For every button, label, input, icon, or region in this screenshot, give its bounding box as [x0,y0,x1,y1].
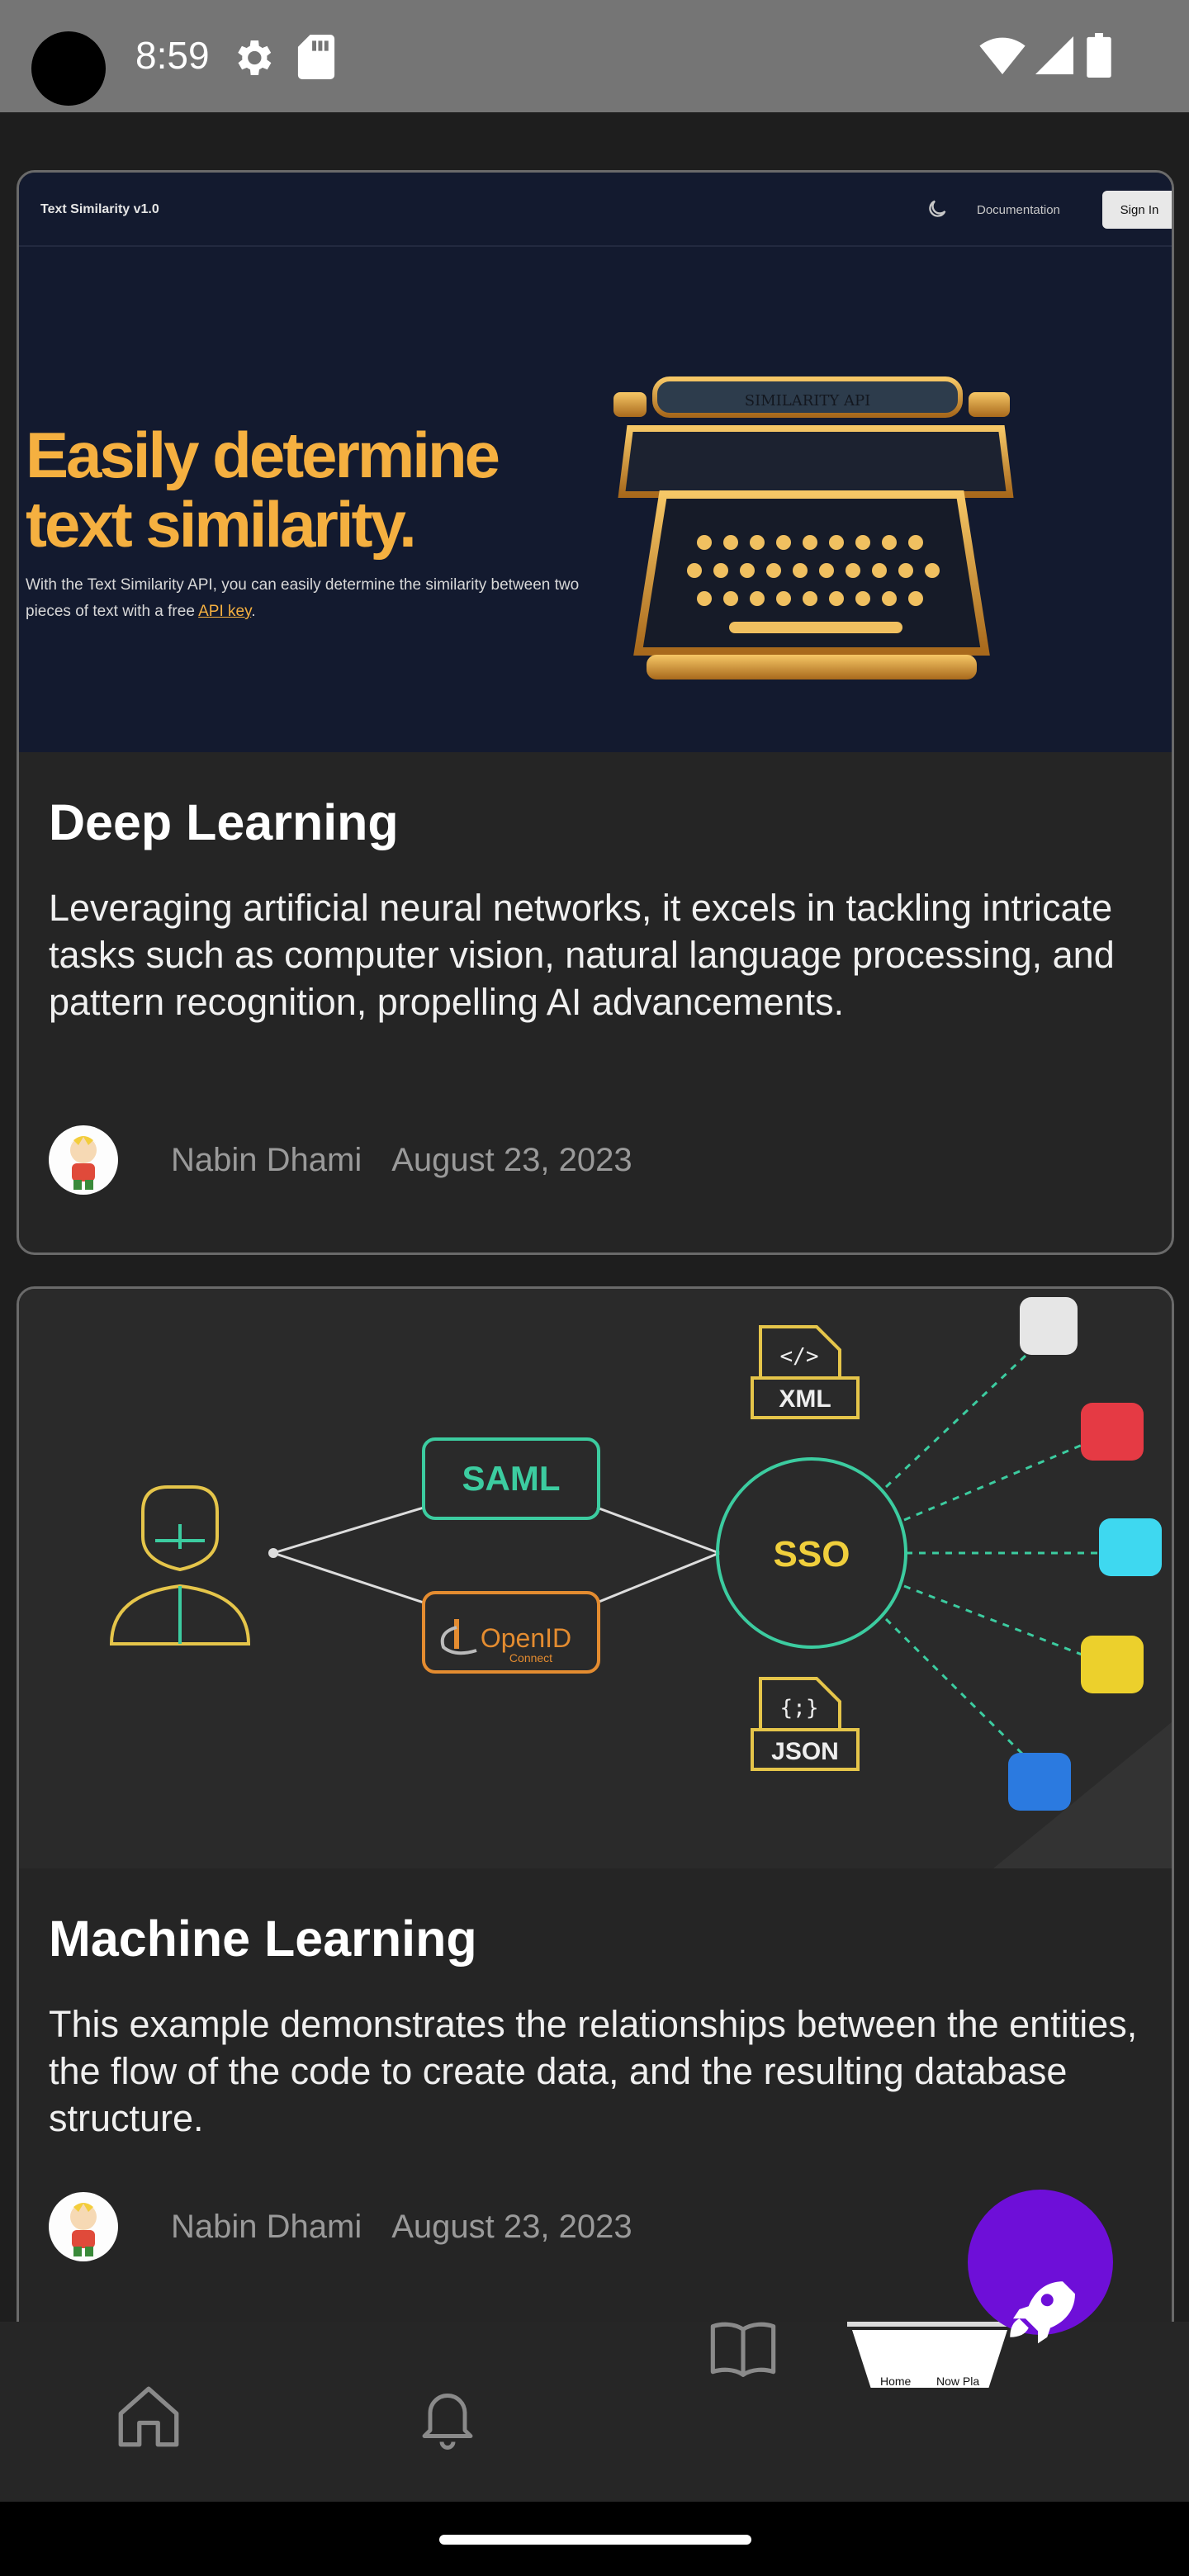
app-block-cyan [1099,1518,1162,1576]
article-title[interactable]: Deep Learning [49,793,399,851]
battery-icon [1087,33,1111,78]
article-meta: Nabin Dhami August 23, 2023 [49,1125,632,1195]
publish-date: August 23, 2023 [391,1141,632,1178]
article-feed[interactable]: Text Similarity v1.0 Documentation Sign … [0,112,1189,2322]
app-block-red [1081,1403,1144,1461]
headline-line-1: Easily determine [26,419,500,491]
rocket-fab-button[interactable] [968,2190,1113,2344]
article-description: Leveraging artificial neural networks, i… [49,887,1115,1023]
preview-now-playing-label: Now Pla [936,2375,980,2388]
author-avatar[interactable] [49,2192,118,2261]
article-card[interactable]: Text Similarity v1.0 Documentation Sign … [17,170,1174,1255]
sso-label: SSO [774,1534,850,1574]
thumbnail-headline: Easily determine text similarity. [26,419,500,561]
saml-label: SAML [462,1459,561,1498]
wifi-icon [979,37,1026,74]
app-block-yellow [1081,1636,1144,1693]
app-block-white [1020,1297,1078,1355]
article-title[interactable]: Machine Learning [49,1910,477,1968]
sso-diagram: SAML OpenID Connect SSO </> XML {;} JSON [109,1297,1172,1868]
author-name[interactable]: Nabin Dhami [171,2209,362,2246]
user-icon [109,1485,251,1646]
subtext-end: . [251,603,256,620]
status-bar: 8:59 [0,0,1189,112]
typewriter-label: SIMILARITY API [745,392,870,410]
thumbnail-brand: Text Similarity v1.0 [40,202,159,216]
thumbnail-navbar: Text Similarity v1.0 Documentation Sign … [19,173,1172,247]
thumbnail-sign-in-button: Sign In [1102,191,1172,229]
json-label: JSON [771,1738,839,1765]
now-playing-preview[interactable]: Home Now Pla [847,2322,1012,2394]
home-icon[interactable] [111,2379,187,2454]
openid-label: OpenID [481,1623,571,1653]
openid-sub-label: Connect [509,1651,552,1664]
json-tag: {;} [780,1696,819,1721]
bell-icon[interactable] [413,2378,482,2454]
sd-card-icon [297,35,335,79]
article-thumbnail: Text Similarity v1.0 Documentation Sign … [19,173,1172,752]
preview-home-label: Home [880,2375,912,2388]
xml-tag: </> [780,1344,819,1369]
bottom-navigation: Home Now Pla [0,2322,1189,2502]
cell-signal-icon [1035,36,1073,74]
article-thumbnail: SAML OpenID Connect SSO </> XML {;} JSON [19,1289,1172,1868]
thumbnail-documentation-link: Documentation [977,203,1060,217]
author-name[interactable]: Nabin Dhami [171,1142,362,1179]
xml-label: XML [779,1385,831,1413]
book-icon[interactable] [707,2317,779,2384]
home-gesture-handle[interactable] [439,2535,751,2545]
thumbnail-subtext: With the Text Similarity API, you can ea… [26,572,587,625]
camera-cutout [31,31,106,106]
xml-file-icon: </> XML [751,1325,860,1419]
sso-spokes [884,1353,1109,1759]
avatar-character-icon [70,1136,97,1190]
status-time: 8:59 [135,34,210,77]
article-description: This example demonstrates the relationsh… [49,2003,1138,2139]
system-gesture-bar [0,2502,1189,2576]
typewriter-illustration: SIMILARITY API [613,376,1014,680]
app-block-blue [1008,1753,1071,1811]
avatar-character-icon [70,2203,97,2256]
rocket-icon [1010,2281,1075,2344]
headline-line-2: text similarity. [26,488,417,561]
publish-date: August 23, 2023 [391,2208,632,2245]
moon-icon [929,200,946,217]
json-file-icon: {;} JSON [751,1677,860,1771]
api-key-link: API key [198,603,252,620]
connector-lines [272,1506,720,1604]
article-meta: Nabin Dhami August 23, 2023 [49,2192,632,2261]
article-card[interactable]: SAML OpenID Connect SSO </> XML {;} JSON… [17,1286,1174,2322]
author-avatar[interactable] [49,1125,118,1195]
settings-gear-icon [238,40,272,75]
subtext-body: With the Text Similarity API, you can ea… [26,576,580,620]
